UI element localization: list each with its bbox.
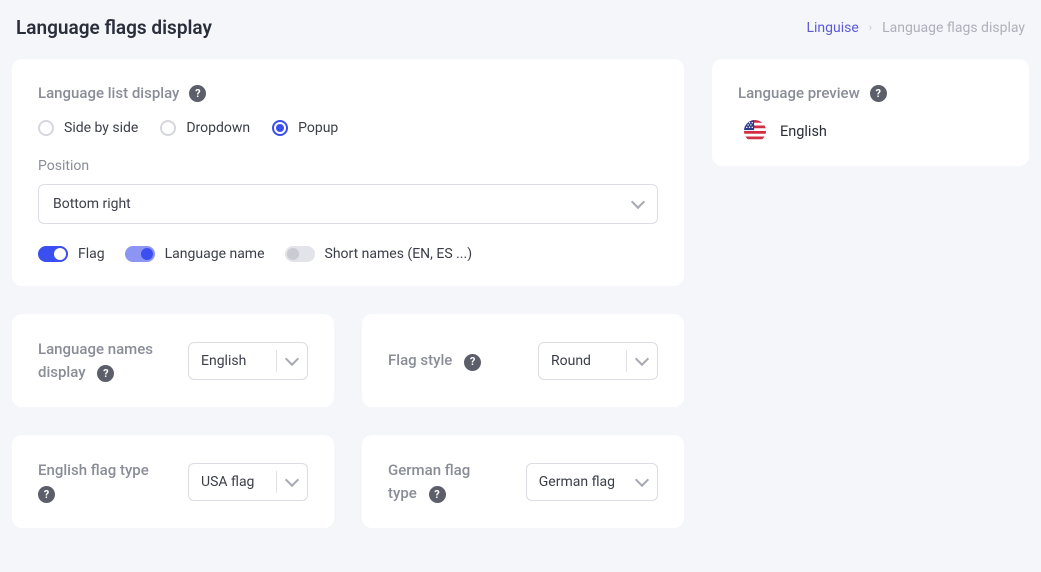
help-icon[interactable]: ? xyxy=(97,365,114,382)
chevron-down-icon xyxy=(285,472,299,486)
english-flag-card: English flag type ? USA flag xyxy=(12,435,334,528)
german-flag-card: German flag type ? German flag xyxy=(362,435,684,528)
chevron-down-icon xyxy=(635,351,649,365)
chevron-down-icon xyxy=(285,351,299,365)
breadcrumb-current: Language flags display xyxy=(882,20,1025,36)
radio-icon xyxy=(272,120,288,136)
flag-style-title: Flag style xyxy=(388,351,452,369)
radio-label: Dropdown xyxy=(186,120,250,136)
toggle-language-name[interactable] xyxy=(125,246,155,262)
position-value: Bottom right xyxy=(53,196,131,212)
names-display-title: Language names display xyxy=(38,340,153,381)
german-flag-value: German flag xyxy=(527,474,627,490)
language-list-title: Language list display xyxy=(38,84,179,102)
chevron-down-icon xyxy=(631,195,645,209)
usa-flag-icon xyxy=(744,120,766,142)
english-flag-title: English flag type xyxy=(38,461,149,479)
radio-icon xyxy=(160,120,176,136)
flag-style-value: Round xyxy=(539,353,626,369)
radio-label: Side by side xyxy=(64,120,138,136)
radio-popup[interactable]: Popup xyxy=(272,120,338,136)
toggle-flag[interactable] xyxy=(38,246,68,262)
radio-label: Popup xyxy=(298,120,338,136)
english-flag-value: USA flag xyxy=(189,474,276,490)
toggle-short-names[interactable] xyxy=(285,246,315,262)
preview-language: English xyxy=(780,123,827,140)
help-icon[interactable]: ? xyxy=(189,85,206,102)
names-display-card: Language names display ? English xyxy=(12,314,334,407)
language-list-card: Language list display ? Side by side Dro… xyxy=(12,59,684,286)
radio-dropdown[interactable]: Dropdown xyxy=(160,120,250,136)
page-title: Language flags display xyxy=(16,16,212,39)
names-display-value: English xyxy=(189,353,276,369)
help-icon[interactable]: ? xyxy=(464,354,481,371)
toggle-flag-label: Flag xyxy=(78,246,105,262)
help-icon[interactable]: ? xyxy=(429,486,446,503)
breadcrumb: Linguise › Language flags display xyxy=(806,20,1025,36)
english-flag-select[interactable]: USA flag xyxy=(188,463,308,501)
radio-side-by-side[interactable]: Side by side xyxy=(38,120,138,136)
chevron-down-icon xyxy=(635,472,649,486)
position-select[interactable]: Bottom right xyxy=(38,184,658,224)
german-flag-select[interactable]: German flag xyxy=(526,463,658,501)
breadcrumb-root[interactable]: Linguise xyxy=(806,20,858,36)
help-icon[interactable]: ? xyxy=(870,85,887,102)
flag-style-card: Flag style ? Round xyxy=(362,314,684,407)
toggle-language-name-label: Language name xyxy=(165,246,265,262)
position-label: Position xyxy=(38,158,658,174)
names-display-select[interactable]: English xyxy=(188,342,308,380)
help-icon[interactable]: ? xyxy=(38,486,55,503)
display-mode-radios: Side by side Dropdown Popup xyxy=(38,120,658,136)
preview-title: Language preview xyxy=(738,84,860,102)
chevron-right-icon: › xyxy=(869,21,872,34)
language-preview-card: Language preview ? xyxy=(712,59,1029,166)
flag-style-select[interactable]: Round xyxy=(538,342,658,380)
toggle-short-names-label: Short names (EN, ES ...) xyxy=(325,246,473,262)
radio-icon xyxy=(38,120,54,136)
